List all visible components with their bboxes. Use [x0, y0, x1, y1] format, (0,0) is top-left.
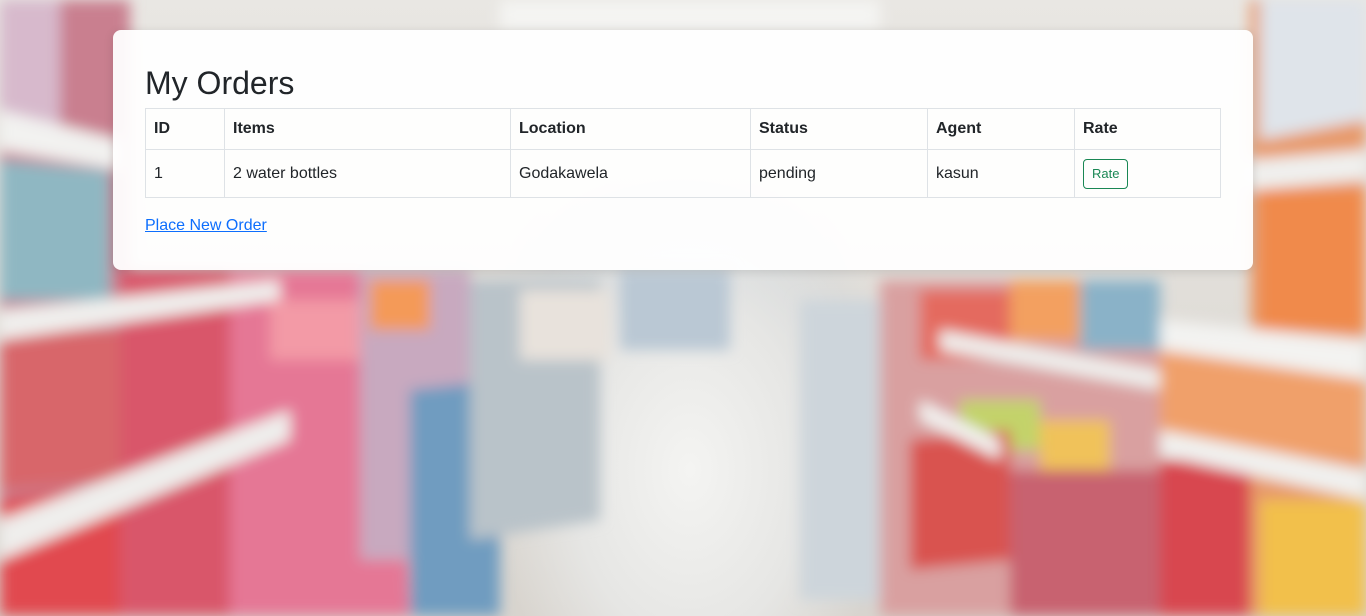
column-header-agent: Agent — [927, 108, 1075, 150]
column-header-rate: Rate — [1074, 108, 1221, 150]
table-row: 1 2 water bottles Godakawela pending kas… — [145, 149, 1221, 198]
place-new-order-link[interactable]: Place New Order — [145, 217, 267, 235]
column-header-id: ID — [145, 108, 225, 150]
order-items-cell: 2 water bottles — [224, 149, 511, 198]
order-location-cell: Godakawela — [510, 149, 751, 198]
table-header-row: ID Items Location Status Agent Rate — [145, 108, 1221, 150]
column-header-status: Status — [750, 108, 928, 150]
column-header-items: Items — [224, 108, 511, 150]
orders-table: ID Items Location Status Agent Rate 1 2 … — [145, 108, 1221, 198]
rate-button[interactable]: Rate — [1083, 158, 1129, 189]
column-header-location: Location — [510, 108, 751, 150]
page-title: My Orders — [145, 65, 295, 101]
order-id-cell: 1 — [145, 149, 225, 198]
order-status-cell: pending — [750, 149, 928, 198]
orders-card: My Orders ID Items Location Status Agent… — [113, 30, 1253, 270]
order-rate-cell: Rate — [1074, 149, 1221, 198]
order-agent-cell: kasun — [927, 149, 1075, 198]
